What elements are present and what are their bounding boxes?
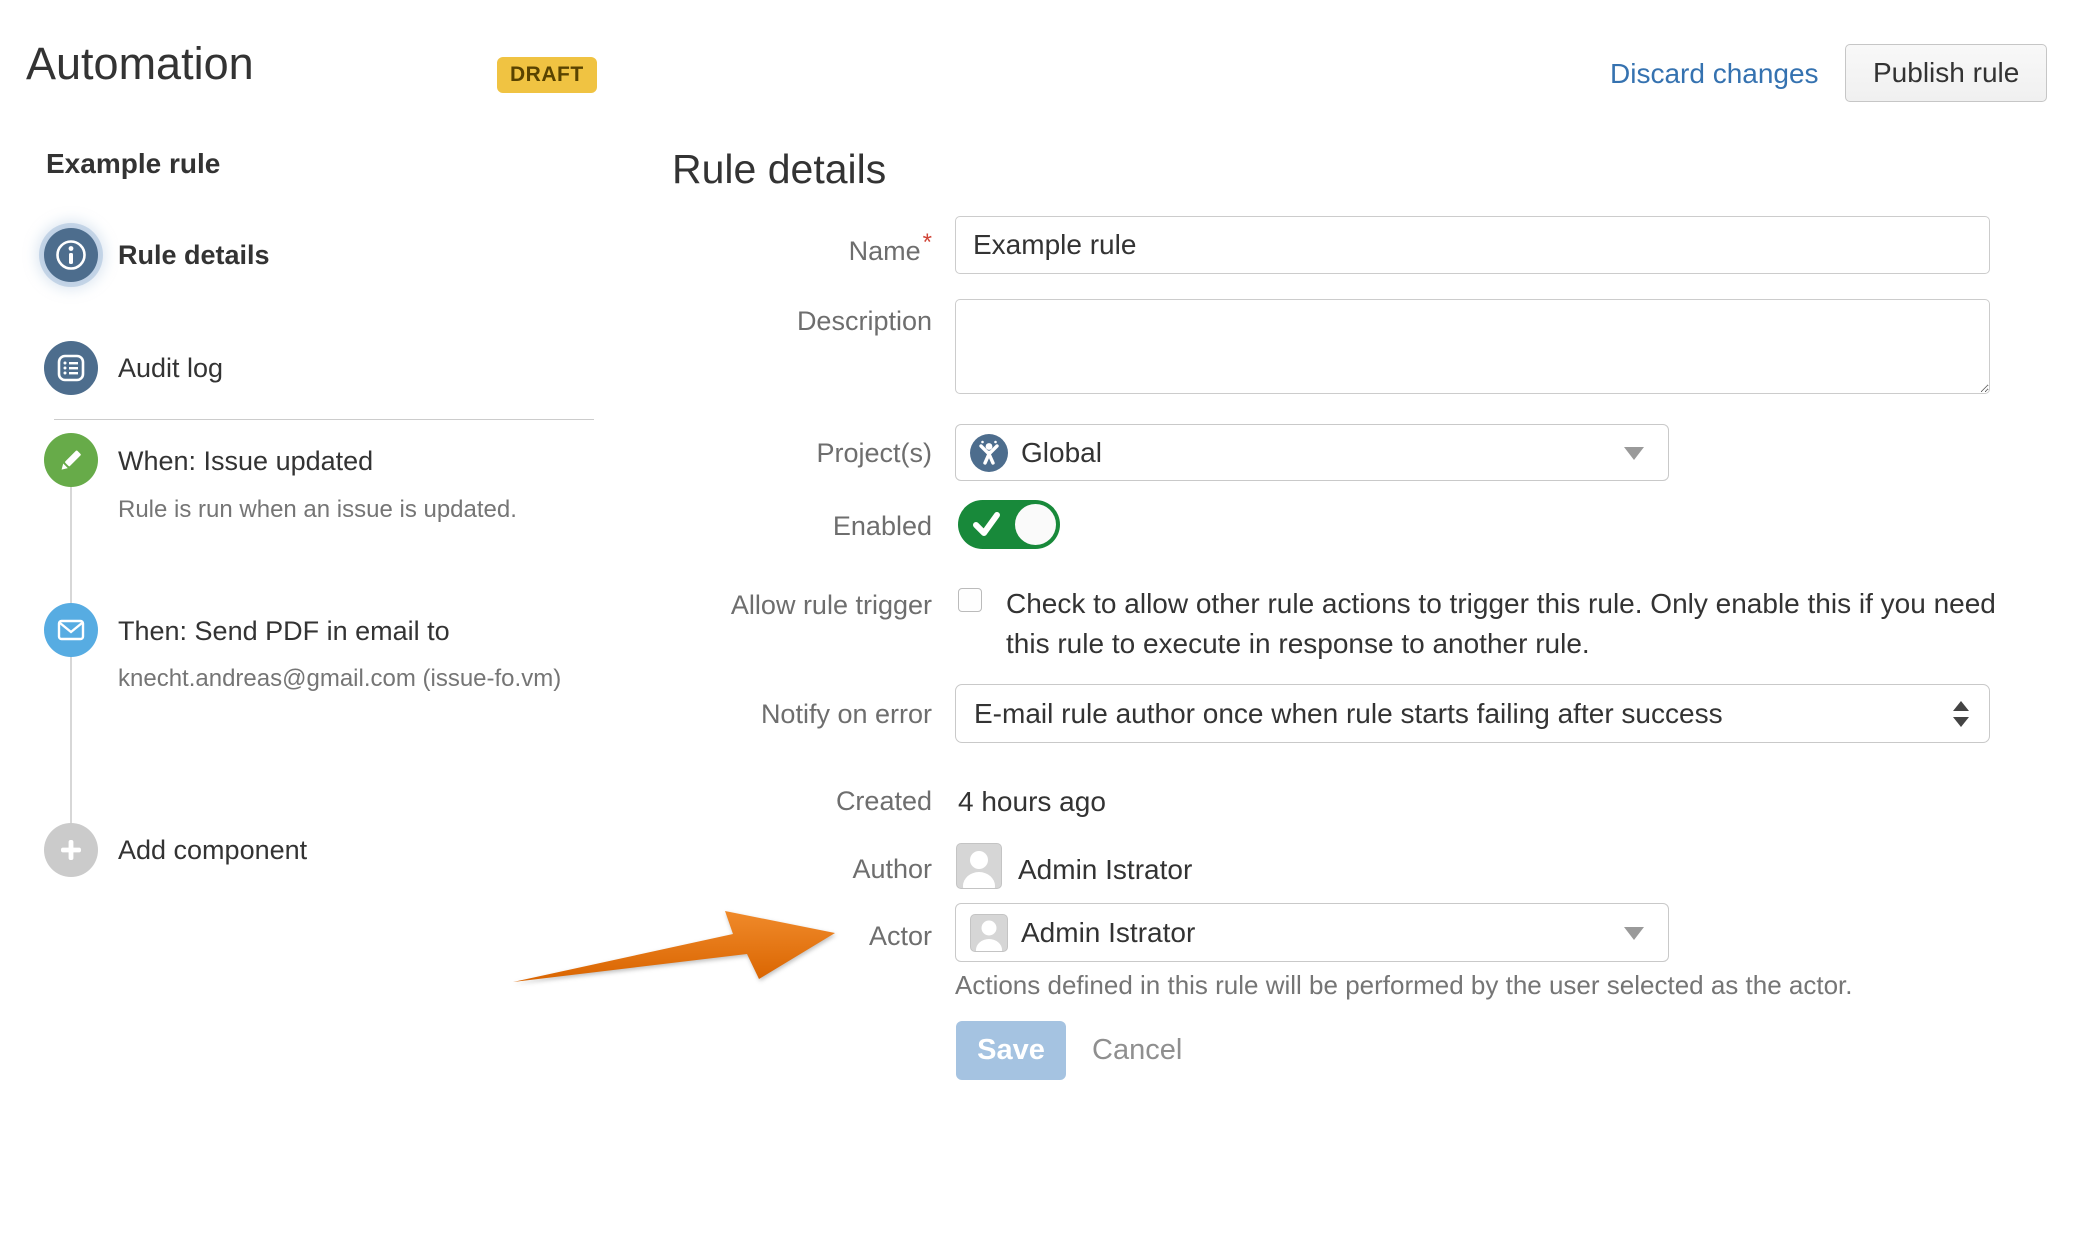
notify-on-error-select[interactable]: E-mail rule author once when rule starts… xyxy=(955,684,1990,743)
publish-rule-button[interactable]: Publish rule xyxy=(1845,44,2047,102)
toggle-knob xyxy=(1015,504,1056,545)
timeline-item-then[interactable]: Then: Send PDF in email to xyxy=(118,616,450,647)
orange-arrow xyxy=(505,902,845,1017)
allow-rule-trigger-description: Check to allow other rule actions to tri… xyxy=(1006,584,1998,664)
draft-status-badge: DRAFT xyxy=(497,57,597,93)
enabled-toggle[interactable] xyxy=(958,500,1060,549)
info-icon xyxy=(44,228,98,282)
discard-changes-link[interactable]: Discard changes xyxy=(1610,58,1819,90)
chevron-down-icon xyxy=(1624,447,1644,460)
allow-rule-trigger-checkbox[interactable] xyxy=(958,588,982,612)
projects-dropdown[interactable]: Global xyxy=(955,424,1669,481)
notify-on-error-label: Notify on error xyxy=(640,699,932,730)
author-label: Author xyxy=(640,854,932,885)
plus-icon xyxy=(44,823,98,877)
name-label-text: Name xyxy=(849,236,921,266)
add-component-button[interactable]: Add component xyxy=(118,835,307,866)
sidebar-item-audit-log[interactable]: Audit log xyxy=(118,353,223,384)
actor-dropdown[interactable]: Admin Istrator xyxy=(955,903,1669,962)
envelope-icon xyxy=(44,603,98,657)
description-label: Description xyxy=(640,306,932,337)
sidebar-rule-name: Example rule xyxy=(46,148,220,180)
author-value: Admin Istrator xyxy=(1018,854,1192,886)
sidebar-item-rule-details[interactable]: Rule details xyxy=(118,240,270,271)
timeline-item-when-description: Rule is run when an issue is updated. xyxy=(118,489,517,530)
actor-help-text: Actions defined in this rule will be per… xyxy=(955,970,1852,1001)
enabled-label: Enabled xyxy=(640,511,932,542)
page-title: Automation xyxy=(26,38,254,90)
avatar xyxy=(970,914,1008,952)
name-input[interactable] xyxy=(955,216,1990,274)
chevron-down-icon xyxy=(1624,927,1644,940)
projects-label: Project(s) xyxy=(640,438,932,469)
created-value: 4 hours ago xyxy=(958,786,1106,818)
notify-selected-value: E-mail rule author once when rule starts… xyxy=(974,698,1723,730)
timeline-item-then-description: knecht.andreas@gmail.com (issue-fo.vm) xyxy=(118,658,583,699)
sidebar-divider xyxy=(54,419,594,420)
allow-rule-trigger-label: Allow rule trigger xyxy=(640,590,932,621)
actor-selected-value: Admin Istrator xyxy=(1021,917,1195,949)
pencil-icon xyxy=(44,433,98,487)
audit-log-icon xyxy=(44,341,98,395)
select-spinner-icon xyxy=(1953,701,1969,727)
required-asterisk: * xyxy=(923,229,932,256)
description-textarea[interactable] xyxy=(955,299,1990,394)
save-button[interactable]: Save xyxy=(956,1021,1066,1080)
avatar xyxy=(956,843,1002,889)
projects-selected-value: Global xyxy=(1021,437,1102,469)
check-icon xyxy=(966,500,1006,549)
cancel-button[interactable]: Cancel xyxy=(1092,1034,1182,1067)
global-icon xyxy=(970,434,1008,472)
form-heading: Rule details xyxy=(672,146,886,193)
created-label: Created xyxy=(640,786,932,817)
timeline-item-when[interactable]: When: Issue updated xyxy=(118,446,373,477)
name-label: Name* xyxy=(640,229,932,267)
